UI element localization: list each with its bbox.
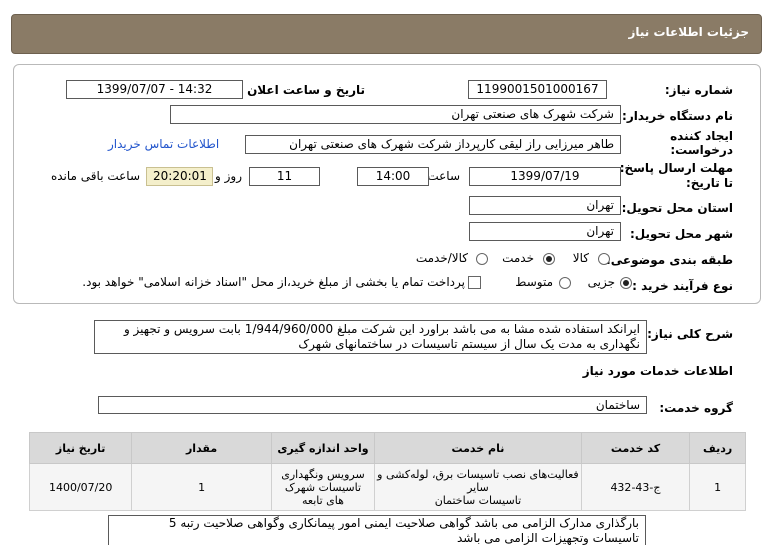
- category-option-goods: کالا: [572, 251, 589, 265]
- col-quantity: مقدار: [131, 432, 272, 464]
- process-option-medium: متوسط: [515, 275, 553, 289]
- table-row: 1 ج-43-432 فعالیت‌های نصب تاسیسات برق، ل…: [28, 463, 746, 511]
- province-label: استان محل تحویل:: [621, 201, 733, 215]
- summary-text: ایرانکد استفاده شده مشا به می باشد براور…: [94, 320, 647, 354]
- treasury-payment-text: پرداخت تمام یا بخشی از مبلغ خرید،از محل …: [82, 275, 465, 289]
- category-radio-service[interactable]: [543, 253, 555, 265]
- deadline-label-line2: تا تاریخ:: [685, 176, 733, 190]
- buyer-label: نام دستگاه خریدار:: [622, 109, 733, 123]
- category-option-service: خدمت: [502, 251, 534, 265]
- cell-need-date: 1400/07/20: [28, 463, 133, 511]
- cell-index: 1: [689, 463, 746, 511]
- buyer-notes: بارگذاری مدارک الزامی می باشد گواهی صلاح…: [108, 515, 646, 545]
- summary-label: شرح کلی نیاز:: [647, 327, 733, 341]
- remaining-time-label: ساعت باقی مانده: [50, 169, 140, 183]
- process-radio-minor[interactable]: [620, 277, 632, 289]
- col-index: ردیف: [689, 432, 746, 464]
- col-service-name: نام خدمت: [374, 432, 582, 464]
- creator-label-line2: درخواست:: [670, 143, 733, 157]
- buyer-notes-line1: بارگذاری مدارک الزامی می باشد گواهی صلاح…: [168, 516, 639, 530]
- cell-service-name: فعالیت‌های نصب تاسیسات برق، لوله‌کشی و س…: [374, 463, 582, 511]
- services-table: ردیف کد خدمت نام خدمت واحد اندازه گیری م…: [28, 432, 746, 511]
- days-remaining-field: 11: [249, 167, 320, 186]
- cell-quantity: 1: [131, 463, 272, 511]
- service-group-label: گروه خدمت:: [659, 401, 733, 415]
- category-radio-goods[interactable]: [598, 253, 610, 265]
- cell-unit: سرویس ونگهداری تاسیسات شهرک های تابعه: [270, 463, 376, 511]
- need-number-label: شماره نیاز:: [664, 83, 733, 97]
- summary-text-line2: نگهداری به مدت یک سال از سیستم تاسیسات د…: [298, 337, 640, 351]
- col-service-code: کد خدمت: [580, 432, 691, 464]
- cell-service-code: ج-43-432: [580, 463, 691, 511]
- buyer-field: شرکت شهرک های صنعتی تهران: [170, 105, 621, 124]
- deadline-time-field: 14:00: [357, 167, 429, 186]
- category-label: طبقه بندی موضوعی:: [605, 253, 733, 267]
- creator-field: طاهر میرزایی راز لیقی کارپرداز شرکت شهرک…: [245, 135, 621, 154]
- summary-text-line1: ایرانکد استفاده شده مشا به می باشد براور…: [123, 322, 640, 336]
- days-label: روز و: [215, 169, 242, 183]
- announce-date-field: 1399/07/07 - 14:32: [66, 80, 243, 99]
- deadline-label-line1: مهلت ارسال پاسخ:: [619, 161, 733, 175]
- unit-line1: سرویس ونگهداری: [281, 467, 365, 481]
- buyer-notes-line2: تاسیسات وتجهیزات الزامی می باشد: [456, 531, 639, 545]
- city-field: تهران: [469, 222, 621, 241]
- unit-line3: های تابعه: [301, 493, 344, 507]
- process-radio-medium[interactable]: [559, 277, 571, 289]
- process-option-minor: جزیی: [587, 275, 615, 289]
- service-group-field: ساختمان: [98, 396, 647, 414]
- treasury-payment-checkbox[interactable]: [468, 276, 481, 289]
- table-header-row: ردیف کد خدمت نام خدمت واحد اندازه گیری م…: [28, 432, 746, 464]
- creator-label-line1: ایجاد کننده: [670, 129, 733, 143]
- col-unit: واحد اندازه گیری: [270, 432, 376, 464]
- process-label: نوع فرآیند خرید :: [632, 279, 733, 293]
- col-need-date: تاریخ نیاز: [28, 432, 133, 464]
- services-section-title: اطلاعات خدمات مورد نیاز: [582, 364, 733, 378]
- category-radio-goods-service[interactable]: [476, 253, 488, 265]
- service-name-line1: فعالیت‌های نصب تاسیسات برق، لوله‌کشی و س…: [377, 467, 579, 494]
- need-number-field: 1199001501000167: [468, 80, 607, 99]
- unit-line2: تاسیسات شهرک: [284, 480, 362, 494]
- page-title: جزئیات اطلاعات نیاز: [628, 25, 749, 39]
- page-header: جزئیات اطلاعات نیاز: [11, 14, 762, 54]
- category-option-goods-service: کالا/خدمت: [415, 251, 468, 265]
- deadline-date-field: 1399/07/19: [469, 167, 621, 186]
- deadline-time-label: ساعت: [427, 169, 460, 183]
- city-label: شهر محل تحویل:: [629, 227, 733, 241]
- province-field: تهران: [469, 196, 621, 215]
- remaining-time-counter: 20:20:01: [146, 167, 213, 186]
- buyer-contact-link[interactable]: اطلاعات تماس خریدار: [108, 137, 219, 151]
- service-name-line2: تاسیسات ساختمان: [434, 493, 522, 507]
